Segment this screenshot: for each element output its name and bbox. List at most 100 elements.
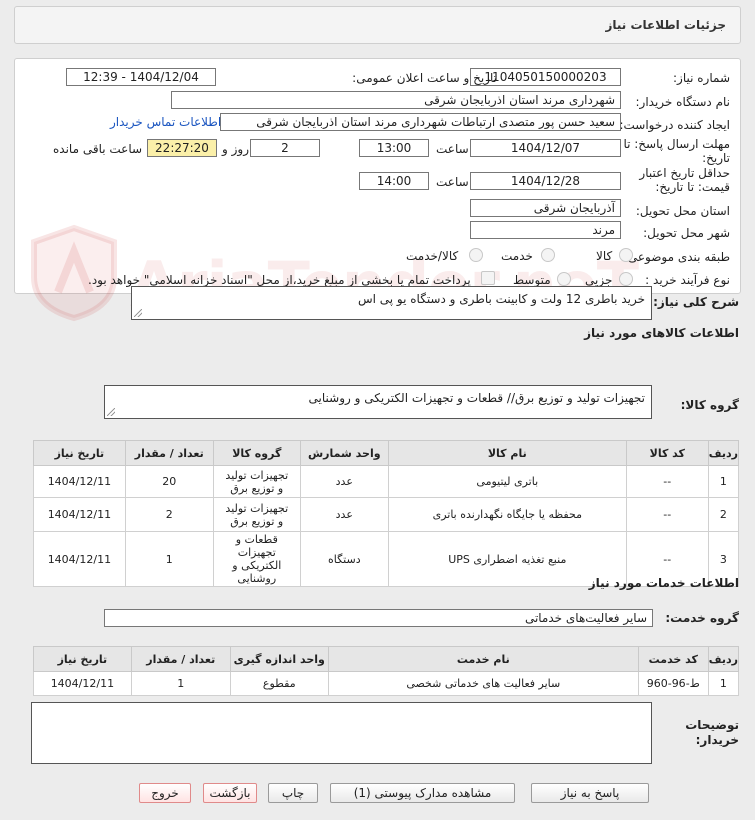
description-label: شرح کلی نیاز: [653,295,739,309]
cell-date: 1404/12/11 [33,671,132,696]
header-row-no: ردیف [707,646,740,672]
category-option-goods-service: کالا/خدمت [406,249,459,263]
process-radio-minor[interactable] [619,272,633,286]
table-row: 1 ط-96-960 سایر فعالیت های خدماتی شخصی م… [33,671,740,696]
cell-qty: 2 [124,497,214,532]
header-bar: جزئیات اطلاعات نیاز [14,6,741,44]
process-label: نوع فرآیند خرید : [645,273,730,287]
header-name: نام خدمت [327,646,639,672]
province-label: استان محل تحویل: [635,204,730,218]
goods-group-textarea[interactable]: تجهیزات تولید و توزیع برق// قطعات و تجهی… [104,385,652,419]
goods-table-header: ردیف کد کالا نام کالا واحد شمارش گروه کا… [33,440,740,466]
category-radio-goods-service[interactable] [469,248,483,262]
need-number-label: شماره نیاز: [673,71,730,85]
validity-time-field: 14:00 [359,172,429,190]
announce-field: 1404/12/04 - 12:39 [66,68,216,86]
attachments-button[interactable]: مشاهده مدارک پیوستی (1) [330,783,515,803]
category-option-goods: کالا [596,249,613,263]
reply-button[interactable]: پاسخ به نیاز [531,783,649,803]
cell-unit: عدد [299,465,389,498]
city-label: شهر محل تحویل: [643,226,730,240]
cell-name: سایر فعالیت های خدماتی شخصی [327,671,639,696]
remaining-label: ساعت باقی مانده [53,142,143,156]
buyer-notes-textarea[interactable] [31,702,652,764]
header-code: کد خدمت [637,646,709,672]
deadline-time-label: ساعت [436,142,469,156]
header-group: گروه کالا [212,440,301,466]
cell-row-no: 1 [707,671,740,696]
cell-date: 1404/12/11 [33,531,126,587]
services-group-field: سایر فعالیت‌های خدماتی [104,609,653,627]
category-label: طبقه بندی موضوعی: [623,250,730,264]
table-row: 1 -- باتری لیتیومی عدد تجهیزات تولید و ت… [33,465,740,498]
province-field: آذربایجان شرقی [470,199,621,217]
header-qty: تعداد / مقدار [124,440,214,466]
buyer-org-field: شهرداری مرند استان اذربایجان شرقی [171,91,621,109]
header-unit: واحد اندازه گیری [229,646,329,672]
description-textarea[interactable]: خرید باطری 12 ولت و کابینت باطری و دستگا… [131,286,652,320]
cell-code: -- [625,465,709,498]
announce-label: تاریخ و ساعت اعلان عمومی: [352,71,497,85]
deadline-label-line2: تاریخ: [702,151,730,165]
cell-code: ط-96-960 [637,671,709,696]
cell-unit: دستگاه [299,531,389,587]
print-button[interactable]: چاپ [268,783,318,803]
days-label: روز و [222,142,249,156]
process-radio-medium[interactable] [557,272,571,286]
goods-section-title: اطلاعات کالاهای مورد نیاز [584,326,739,340]
back-button[interactable]: بازگشت [203,783,257,803]
cell-qty: 20 [124,465,214,498]
validity-label-line2: قیمت: تا تاریخ: [655,180,730,194]
goods-group-label: گروه کالا: [680,398,739,412]
cell-date: 1404/12/11 [33,497,126,532]
cell-unit: عدد [299,497,389,532]
resize-grip-icon[interactable] [134,309,142,317]
header-date: تاریخ نیاز [33,646,132,672]
validity-date-field: 1404/12/28 [470,172,621,190]
validity-label-line1: حداقل تاریخ اعتبار [639,166,730,180]
payment-checkbox[interactable] [481,271,495,285]
cell-group: تجهیزات تولید و توزیع برق [212,497,301,532]
cell-date: 1404/12/11 [33,465,126,498]
header-row-no: ردیف [707,440,740,466]
services-section-title: اطلاعات خدمات مورد نیاز [588,576,739,590]
header-code: کد کالا [625,440,709,466]
deadline-time-field: 13:00 [359,139,429,157]
goods-table: ردیف کد کالا نام کالا واحد شمارش گروه کا… [33,440,740,587]
exit-button[interactable]: خروج [139,783,191,803]
header-unit: واحد شمارش [299,440,389,466]
process-option-medium: متوسط [513,273,551,287]
validity-time-label: ساعت [436,175,469,189]
header-date: تاریخ نیاز [33,440,126,466]
header-qty: تعداد / مقدار [130,646,231,672]
cell-unit: مقطوع [229,671,329,696]
payment-note: پرداخت تمام یا بخشی از مبلغ خرید،از محل … [88,273,471,287]
category-option-service: خدمت [501,249,533,263]
services-group-label: گروه خدمت: [665,611,739,625]
cell-group: تجهیزات تولید و توزیع برق [212,465,301,498]
cell-row-no: 2 [707,497,740,532]
resize-grip-icon[interactable] [107,408,115,416]
cell-qty: 1 [130,671,231,696]
buyer-contact-link[interactable]: اطلاعات تماس خریدار [110,115,221,129]
creator-label: ایجاد کننده درخواست: [619,118,730,132]
category-radio-service[interactable] [541,248,555,262]
table-row: 2 -- محفظه یا جایگاه نگهدارنده باتری عدد… [33,497,740,532]
cell-name: باتری لیتیومی [387,465,627,498]
cell-group: قطعات و تجهیزات الکتریکی و روشنایی [212,531,301,587]
days-remaining-field: 2 [250,139,320,157]
category-radio-goods[interactable] [619,248,633,262]
cell-name: محفظه یا جایگاه نگهدارنده باتری [387,497,627,532]
services-table: ردیف کد خدمت نام خدمت واحد اندازه گیری ت… [33,646,740,696]
buyer-notes-label-line2: خریدار: [695,733,739,747]
buyer-notes-label-line1: توضیحات [685,718,739,732]
watermark-logo [28,222,120,322]
services-table-header: ردیف کد خدمت نام خدمت واحد اندازه گیری ت… [33,646,740,672]
cell-row-no: 1 [707,465,740,498]
deadline-date-field: 1404/12/07 [470,139,621,157]
goods-group-text: تجهیزات تولید و توزیع برق// قطعات و تجهی… [308,391,645,405]
deadline-label-line1: مهلت ارسال پاسخ: تا [623,137,730,151]
cell-code: -- [625,497,709,532]
cell-qty: 1 [124,531,214,587]
buyer-org-label: نام دستگاه خریدار: [635,95,731,109]
